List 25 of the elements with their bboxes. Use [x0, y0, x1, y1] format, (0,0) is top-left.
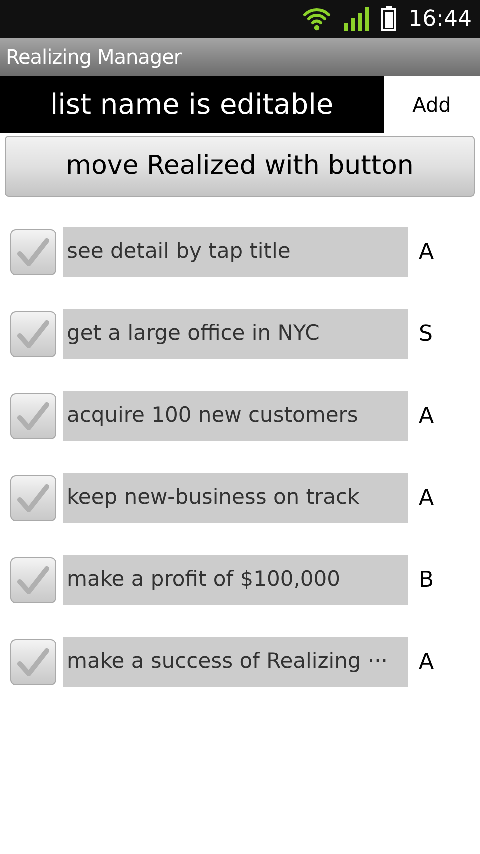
item-title[interactable]: acquire 100 new customers [63, 391, 408, 441]
checkbox[interactable] [10, 310, 57, 358]
item-title[interactable]: get a large office in NYC [63, 309, 408, 359]
battery-icon [380, 6, 397, 32]
item-title[interactable]: make a profit of $100,000 [63, 555, 408, 605]
checkbox[interactable] [10, 474, 57, 522]
checkbox[interactable] [10, 556, 57, 604]
checkbox[interactable] [10, 638, 57, 686]
item-grade: A [419, 648, 434, 676]
item-grade: A [419, 402, 434, 430]
signal-icon [342, 7, 369, 31]
clock-time: 16:44 [408, 6, 472, 34]
move-button[interactable]: move Realized with button [5, 136, 475, 197]
item-grade: B [419, 566, 434, 594]
item-grade: S [419, 320, 433, 348]
item-grade: A [419, 484, 434, 512]
item-grade: A [419, 238, 434, 266]
wifi-icon [302, 6, 331, 32]
checkbox[interactable] [10, 392, 57, 440]
item-title[interactable]: see detail by tap title [63, 227, 408, 277]
item-title[interactable]: keep new-business on track [63, 473, 408, 523]
item-title[interactable]: make a success of Realizing ··· [63, 637, 408, 687]
checkbox[interactable] [10, 228, 57, 276]
window-title: Realizing Manager [6, 44, 182, 71]
list-name-field[interactable]: list name is editable [0, 76, 384, 133]
